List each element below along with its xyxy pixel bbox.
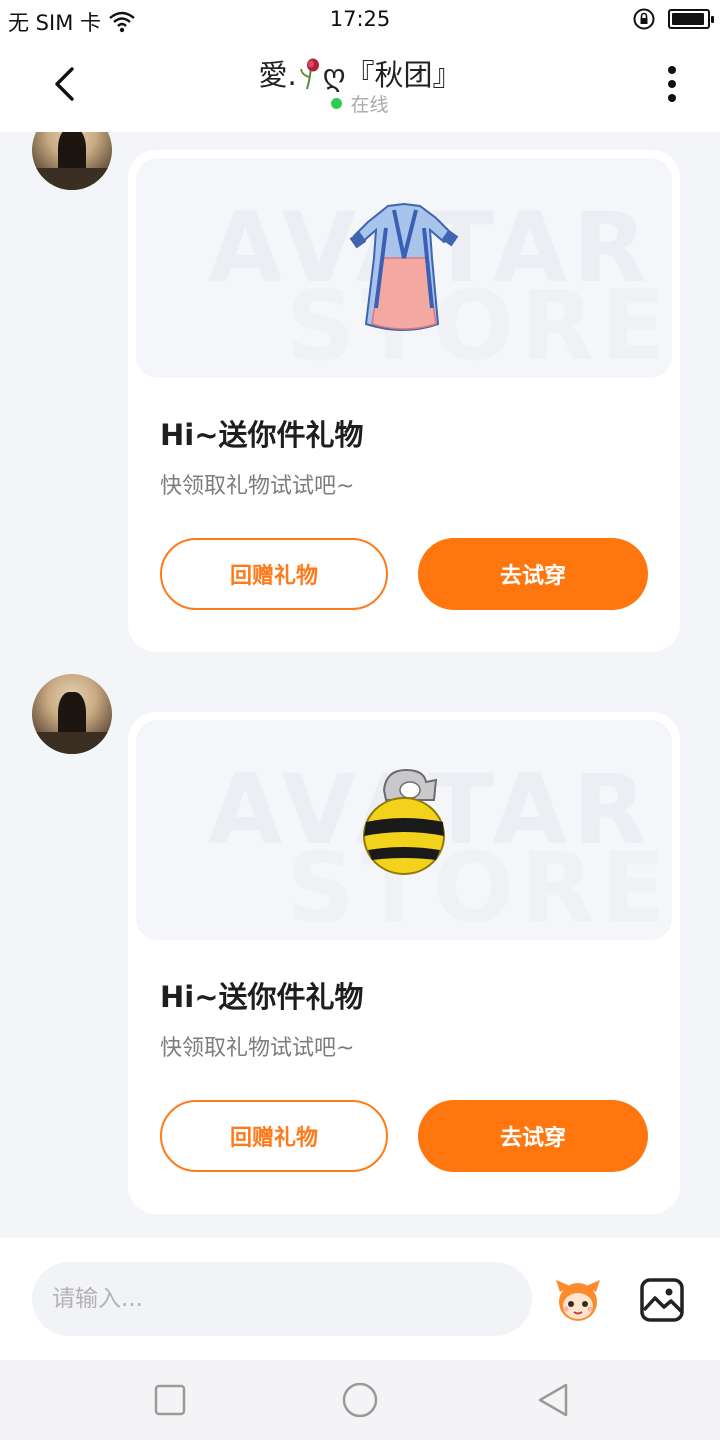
input-bar <box>0 1238 720 1360</box>
battery-level <box>672 13 705 25</box>
bee-costume-icon <box>363 768 445 875</box>
sender-avatar[interactable] <box>32 132 112 190</box>
chat-header: 愛. ღ『秋团』 在线 <box>0 40 720 132</box>
watermark-text: STORE <box>286 832 672 940</box>
presence-status: 在线 <box>0 90 720 117</box>
presence-text: 在线 <box>350 94 389 116</box>
try-on-button[interactable]: 去试穿 <box>418 1100 648 1172</box>
gift-title: Hi~送你件礼物 <box>160 980 364 1014</box>
sender-avatar[interactable] <box>32 674 112 754</box>
return-gift-button[interactable]: 回赠礼物 <box>160 538 388 610</box>
status-right <box>632 7 714 31</box>
gift-preview[interactable]: AVATAR STORE <box>136 720 672 940</box>
image-icon[interactable] <box>638 1276 686 1324</box>
recent-apps-icon[interactable] <box>150 1380 190 1420</box>
back-triangle-icon[interactable] <box>534 1380 574 1420</box>
message-input[interactable] <box>32 1262 532 1336</box>
chat-title: 愛. ღ『秋团』 <box>0 52 720 94</box>
rose-icon <box>299 58 319 90</box>
sticker-icon[interactable] <box>554 1276 602 1324</box>
status-time: 17:25 <box>329 7 391 31</box>
try-on-button[interactable]: 去试穿 <box>418 538 648 610</box>
status-bar: 无 SIM 卡 17:25 <box>0 0 720 40</box>
online-dot <box>331 98 343 109</box>
chat-message-list[interactable]: AVATAR STORE Hi~送你件礼物 快领取礼物试试吧~ 回赠礼物 去试穿… <box>0 132 720 1238</box>
gift-title: Hi~送你件礼物 <box>160 418 364 452</box>
home-icon[interactable] <box>340 1380 380 1420</box>
return-gift-button[interactable]: 回赠礼物 <box>160 1100 388 1172</box>
title-suffix: ღ『秋团』 <box>322 58 462 92</box>
hanfu-dress-icon <box>349 202 459 331</box>
gift-card: AVATAR STORE Hi~送你件礼物 快领取礼物试试吧~ 回赠礼物 去试穿 <box>128 712 680 1214</box>
title-prefix: 愛. <box>258 58 297 92</box>
gift-card: AVATAR STORE Hi~送你件礼物 快领取礼物试试吧~ 回赠礼物 去试穿 <box>128 150 680 652</box>
more-icon <box>668 66 676 102</box>
rotation-lock-icon <box>633 8 655 30</box>
gift-subtitle: 快领取礼物试试吧~ <box>160 474 355 499</box>
more-button[interactable] <box>648 60 696 108</box>
watermark-text: STORE <box>286 270 672 378</box>
system-nav-bar <box>0 1360 720 1440</box>
gift-preview[interactable]: AVATAR STORE <box>136 158 672 378</box>
battery-icon <box>668 9 714 29</box>
gift-subtitle: 快领取礼物试试吧~ <box>160 1036 355 1061</box>
